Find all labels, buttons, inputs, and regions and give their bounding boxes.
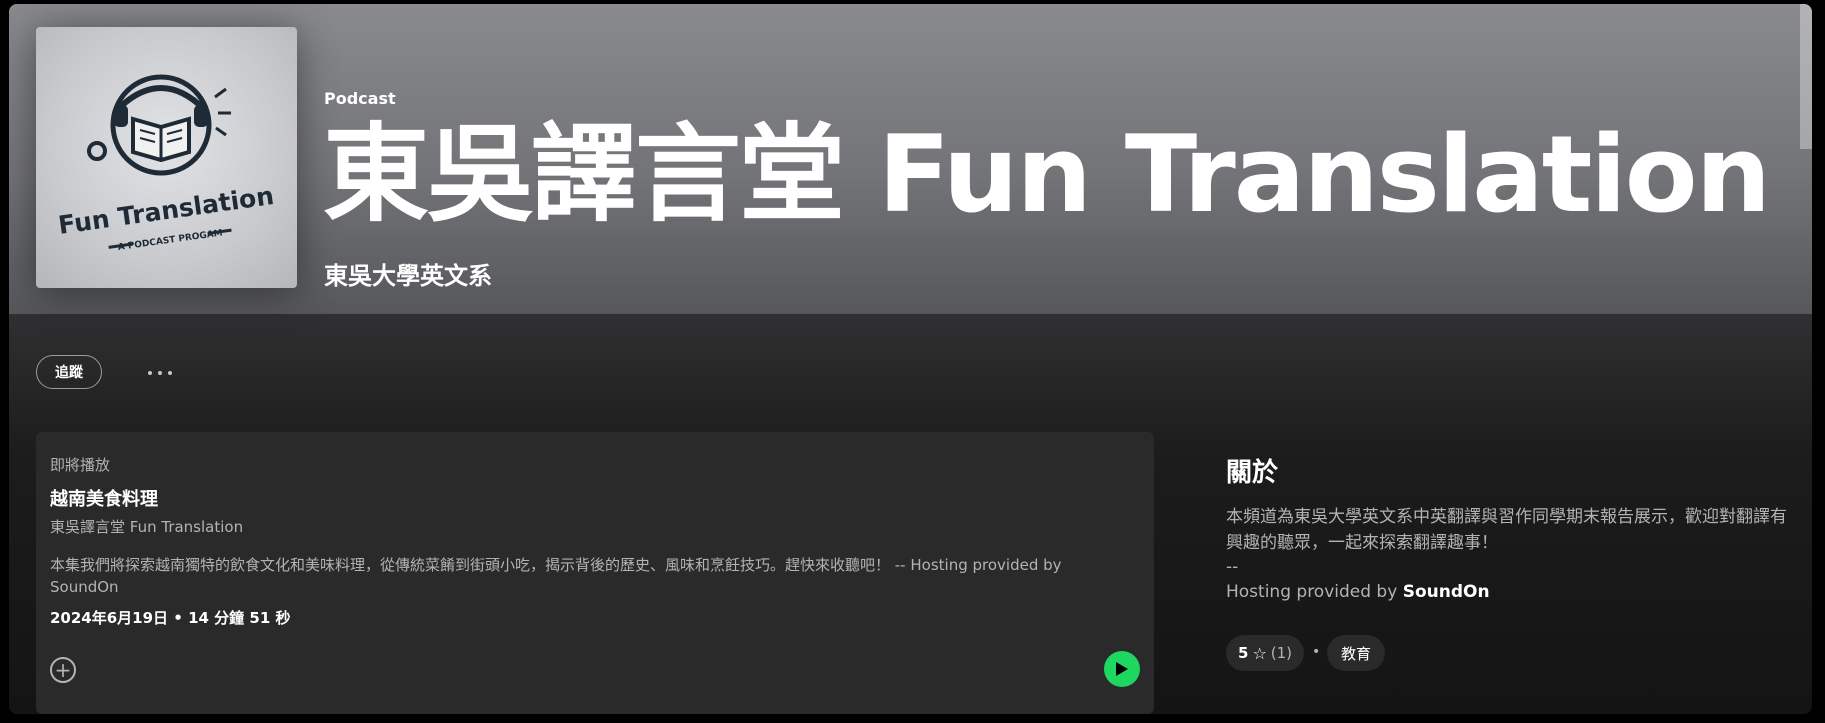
dot (148, 371, 152, 375)
more-options-icon[interactable] (142, 361, 178, 385)
dot-separator: • (1312, 644, 1321, 660)
about-separator: -- (1226, 557, 1239, 577)
podcast-cover-art: Fun Translation A PODCAST PROGAM (36, 27, 297, 288)
hosting-prefix: Hosting provided by (1226, 582, 1403, 602)
follow-button[interactable]: 追蹤 (36, 355, 102, 389)
episode-title[interactable]: 越南美食料理 (50, 485, 158, 511)
rating-count: (1) (1270, 644, 1293, 662)
play-icon[interactable] (1104, 651, 1140, 687)
dot (158, 371, 162, 375)
play-triangle (1116, 662, 1128, 676)
dot (168, 371, 172, 375)
add-circle-icon[interactable]: + (50, 657, 76, 683)
rating-value: 5 (1238, 644, 1249, 662)
open-book-headphones-globe-icon: Fun Translation A PODCAST PROGAM (56, 74, 276, 253)
about-heading: 關於 (1226, 458, 1279, 488)
content-type-label: Podcast (324, 89, 396, 108)
episode-date-duration: 2024年6月19日 • 14 分鐘 51 秒 (50, 609, 291, 627)
rating-pill[interactable]: 5 ☆ (1) (1226, 635, 1305, 671)
podcast-page: Fun Translation A PODCAST PROGAM Podcast… (9, 4, 1812, 714)
hosting-credit: Hosting provided by SoundOn (1226, 582, 1490, 602)
publisher-name[interactable]: 東吳大學英文系 (324, 256, 492, 291)
episode-show-name[interactable]: 東吳譯言堂 Fun Translation (50, 516, 243, 537)
logo-subtitle: A PODCAST PROGAM (117, 228, 223, 253)
scrollbar-thumb[interactable] (1800, 4, 1812, 149)
hosting-name: SoundOn (1402, 582, 1490, 602)
star-icon: ☆ (1252, 643, 1267, 663)
category-pill[interactable]: 教育 (1327, 635, 1386, 671)
logo-title: Fun Translation (56, 181, 275, 240)
episode-description: 本集我們將探索越南獨特的飲食文化和美味料理，從傳統菜餚到街頭小吃，揭示背後的歷史… (50, 556, 1062, 596)
about-description: 本頻道為東吳大學英文系中英翻譯與習作同學期末報告展示，歡迎對翻譯有興趣的聽眾，一… (1226, 507, 1787, 553)
upcoming-episode-card[interactable]: 即將播放 越南美食料理 東吳譯言堂 Fun Translation 本集我們將探… (36, 432, 1154, 714)
up-next-label: 即將播放 (50, 456, 111, 474)
page-title: 東吳譯言堂 Fun Translation (323, 113, 1771, 236)
